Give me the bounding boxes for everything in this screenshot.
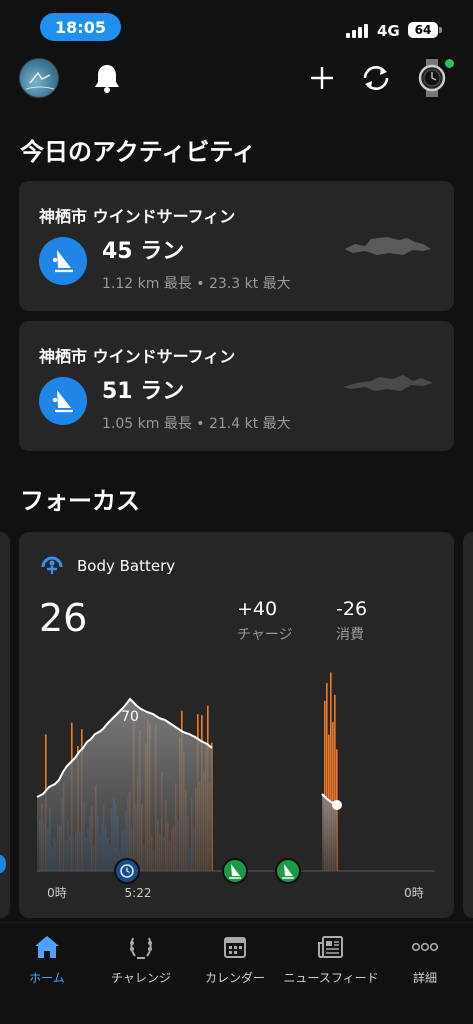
- charge-label: チャージ: [237, 627, 293, 643]
- activity-stats: 1.12 km 最長 • 23.3 kt 最大: [102, 276, 291, 292]
- laurel-icon: [127, 933, 155, 961]
- activity-run-count: 45 ラン: [102, 239, 185, 264]
- peak-label: 70: [121, 709, 139, 725]
- x-label-wake: 5:22: [125, 886, 152, 900]
- connected-status-dot: [445, 59, 454, 68]
- x-label-start: 0時: [47, 886, 67, 900]
- drain-value: -26: [336, 598, 368, 620]
- more-icon: [411, 933, 439, 961]
- nav-more[interactable]: 詳細: [378, 933, 472, 986]
- x-label-end: 0時: [404, 886, 424, 900]
- activity-marker-windsurf: [275, 858, 301, 884]
- today-activity-title: 今日のアクティビティ: [20, 138, 256, 166]
- sleep-marker: [114, 858, 140, 884]
- route-map-thumbnail: [343, 375, 433, 391]
- windsurf-icon: [39, 377, 87, 425]
- current-level-marker: [332, 800, 342, 810]
- activity-location: 神栖市 ウインドサーフィン: [39, 347, 236, 366]
- nav-calendar[interactable]: カレンダー: [188, 933, 282, 986]
- bell-icon[interactable]: [89, 60, 125, 96]
- next-focus-card[interactable]: [463, 532, 473, 918]
- body-battery-title: Body Battery: [77, 557, 176, 575]
- body-battery-chart: 70 0時 5:22 0時: [36, 672, 435, 900]
- activity-marker-windsurf: [222, 858, 248, 884]
- avatar[interactable]: [19, 58, 59, 98]
- charge-value: +40: [237, 598, 278, 620]
- body-battery-icon: [41, 556, 63, 574]
- nav-home[interactable]: ホーム: [0, 933, 94, 986]
- signal-icon: [346, 22, 370, 38]
- windsurf-icon: [39, 237, 87, 285]
- activity-card[interactable]: 神栖市 ウインドサーフィン 51 ラン 1.05 km 最長 • 21.4 kt…: [19, 321, 454, 451]
- bottom-nav: ホーム チャレンジ カレンダー ニュースフィード 詳細: [0, 922, 473, 1024]
- status-bar: 18:05 4G 64: [0, 0, 473, 52]
- drain-label: 消費: [336, 627, 364, 643]
- plus-icon[interactable]: [304, 60, 340, 96]
- focus-title: フォーカス: [20, 487, 140, 515]
- nav-newsfeed[interactable]: ニュースフィード: [283, 933, 379, 986]
- nav-challenges[interactable]: チャレンジ: [94, 933, 188, 986]
- body-battery-card[interactable]: Body Battery 26 +40 チャージ -26 消費 70 0時 5:…: [19, 532, 454, 918]
- calendar-icon: [221, 933, 249, 961]
- home-icon: [33, 933, 61, 961]
- body-battery-current: 26: [39, 596, 88, 640]
- network-label: 4G: [377, 22, 400, 40]
- route-map-thumbnail: [345, 237, 431, 255]
- activity-run-count: 51 ラン: [102, 379, 185, 404]
- status-time: 18:05: [40, 13, 121, 41]
- newsfeed-icon: [317, 933, 345, 961]
- battery-icon: 64: [408, 22, 438, 38]
- sync-icon[interactable]: [358, 60, 394, 96]
- activity-location: 神栖市 ウインドサーフィン: [39, 207, 236, 226]
- activity-card[interactable]: 神栖市 ウインドサーフィン 45 ラン 1.12 km 最長 • 23.3 kt…: [19, 181, 454, 311]
- activity-stats: 1.05 km 最長 • 21.4 kt 最大: [102, 416, 291, 432]
